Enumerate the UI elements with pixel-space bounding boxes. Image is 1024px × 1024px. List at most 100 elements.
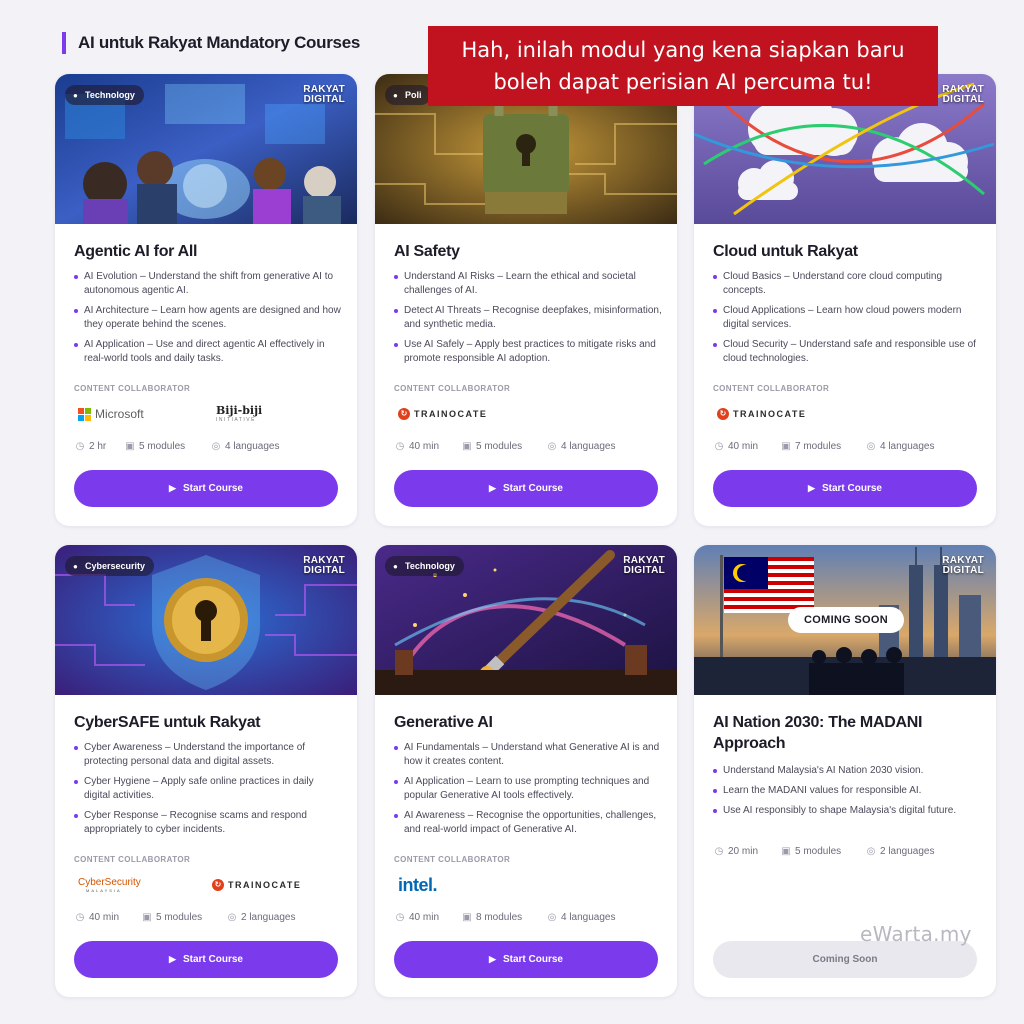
collaborator-label: CONTENT COLLABORATOR [394,855,511,864]
start-course-button[interactable]: ▶ Start Course [394,470,658,507]
rakyat-digital-logo: RAKYATDIGITAL [623,555,665,576]
play-icon: ▶ [169,483,176,493]
book-icon: ▣ [125,441,135,452]
collaborator-logos: intel. [394,872,664,898]
list-item: Cyber Response – Recognise scams and res… [74,809,342,837]
course-thumbnail: ● Technology RAKYAT DIGITAL [55,74,357,224]
list-item: AI Architecture – Learn how agents are d… [74,304,342,332]
list-item: AI Fundamentals – Understand what Genera… [394,741,662,769]
book-icon: ▣ [462,912,472,923]
list-item: AI Awareness – Recognise the opportuniti… [394,809,662,837]
languages-count: ◎ 4 languages [547,912,616,923]
clock-icon: ◷ [75,441,85,452]
microsoft-logo: Microsoft [78,401,144,427]
collaborator-label: CONTENT COLLABORATOR [74,855,191,864]
list-item: AI Evolution – Understand the shift from… [74,270,342,298]
duration: ◷ 40 min [75,912,120,923]
banner-line-2: boleh dapat perisian AI percuma tu! [493,70,873,94]
book-icon: ▣ [781,441,791,452]
course-card-cloud[interactable]: RAKYAT DIGITAL Cloud untuk Rakyat Cloud B… [694,74,996,526]
rakyat-digital-logo: RAKYATDIGITAL [303,555,345,576]
list-item: AI Application – Learn to use prompting … [394,775,662,803]
collaborator-logos: ↻ TRAINOCATE [394,401,664,427]
start-course-button[interactable]: ▶ Start Course [74,470,338,507]
rakyat-digital-logo: RAKYATDIGITAL [303,84,345,105]
coming-soon-button[interactable]: Coming Soon [713,941,977,978]
duration: ◷ 20 min [714,846,759,857]
collaborator-logos: CyberSecurity MALAYSIA ↻ TRAINOCATE [74,872,344,898]
start-course-button[interactable]: ▶ Start Course [394,941,658,978]
course-title: Generative AI [394,714,493,731]
course-title: Agentic AI for All [74,243,198,260]
modules-count: ▣ 5 modules [125,441,186,452]
clock-icon: ◷ [395,912,405,923]
biji-biji-logo: Biji-biji INITIATIVE [216,404,263,424]
course-thumbnail: ● Cybersecurity RAKYAT DIGITAL [55,545,357,695]
book-icon: ▣ [462,441,472,452]
course-outcomes: AI Fundamentals – Understand what Genera… [394,741,662,843]
people-icon: ● [73,562,78,571]
list-item: Use AI responsibly to shape Malaysia's d… [713,804,981,818]
modules-count: ▣ 5 modules [462,441,523,452]
caption-banner: Hah, inilah modul yang kena siapkan baru… [428,26,938,106]
list-item: Learn the MADANI values for responsible … [713,784,981,798]
languages-count: ◎ 4 languages [866,441,935,452]
people-icon: ● [393,91,398,100]
trainocate-logo: ↻ TRAINOCATE [212,872,301,898]
course-title: AI Nation 2030: The MADANI Approach [713,714,923,752]
banner-line-1: Hah, inilah modul yang kena siapkan baru [461,38,905,62]
clock-icon: ◷ [714,441,724,452]
collaborator-label: CONTENT COLLABORATOR [394,384,511,393]
clock-icon: ◷ [395,441,405,452]
course-meta: ◷ 2 hr ▣ 5 modules ◎ 4 languages [74,440,344,454]
course-outcomes: Understand Malaysia's AI Nation 2030 vis… [713,764,981,824]
course-thumbnail: RAKYAT DIGITAL COMING SOON [694,545,996,695]
globe-icon: ◎ [866,846,876,857]
play-icon: ▶ [808,483,815,493]
list-item: Understand Malaysia's AI Nation 2030 vis… [713,764,981,778]
people-icon: ● [393,562,398,571]
course-card-agentic-ai[interactable]: ● Technology RAKYAT DIGITAL Agentic AI for… [55,74,357,526]
duration: ◷ 40 min [714,441,759,452]
duration: ◷ 40 min [395,912,440,923]
watermark-text: eWarta.my [860,922,972,946]
play-icon: ▶ [489,483,496,493]
modules-count: ▣ 5 modules [142,912,203,923]
start-course-button[interactable]: ▶ Start Course [713,470,977,507]
trainocate-logo: ↻ TRAINOCATE [398,401,487,427]
globe-icon: ◎ [227,912,237,923]
course-card-ai-safety[interactable]: ●Poli RAKYATDIGITAL AI Safety Understand… [375,74,677,526]
course-meta: ◷ 40 min ▣ 5 modules ◎ 4 languages [394,440,664,454]
modules-count: ▣ 5 modules [781,846,842,857]
category-tag: ● Technology [65,85,144,105]
list-item: Cloud Security – Understand safe and res… [713,338,981,366]
list-item: Cloud Applications – Learn how cloud pow… [713,304,981,332]
course-outcomes: Cyber Awareness – Understand the importa… [74,741,342,843]
course-title: CyberSAFE untuk Rakyat [74,714,261,731]
course-meta: ◷ 20 min ▣ 5 modules ◎ 2 languages [713,845,983,859]
modules-count: ▣ 7 modules [781,441,842,452]
section-title: AI untuk Rakyat Mandatory Courses [62,32,360,54]
play-icon: ▶ [169,954,176,964]
play-icon: ▶ [489,954,496,964]
start-course-button[interactable]: ▶ Start Course [74,941,338,978]
course-meta: ◷ 40 min ▣ 5 modules ◎ 2 languages [74,911,344,925]
people-icon: ● [73,91,78,100]
course-meta: ◷ 40 min ▣ 7 modules ◎ 4 languages [713,440,983,454]
course-title: AI Safety [394,243,460,260]
course-outcomes: AI Evolution – Understand the shift from… [74,270,342,372]
duration: ◷ 2 hr [75,441,107,452]
course-card-cybersafe[interactable]: ● Cybersecurity RAKYAT DIGITAL CyberSAFE u… [55,545,357,997]
course-outcomes: Cloud Basics – Understand core cloud com… [713,270,981,372]
list-item: Use AI Safely – Apply best practices to … [394,338,662,366]
list-item: AI Application – Use and direct agentic … [74,338,342,366]
category-tag: ● Technology [385,556,464,576]
globe-icon: ◎ [866,441,876,452]
book-icon: ▣ [142,912,152,923]
course-card-generative-ai[interactable]: ● Technology RAKYAT DIGITAL Generative AI … [375,545,677,997]
category-tag: ● Cybersecurity [65,556,155,576]
globe-icon: ◎ [211,441,221,452]
course-outcomes: Understand AI Risks – Learn the ethical … [394,270,662,372]
cybersecurity-malaysia-logo: CyberSecurity MALAYSIA [78,877,141,893]
course-title: Cloud untuk Rakyat [713,243,858,260]
